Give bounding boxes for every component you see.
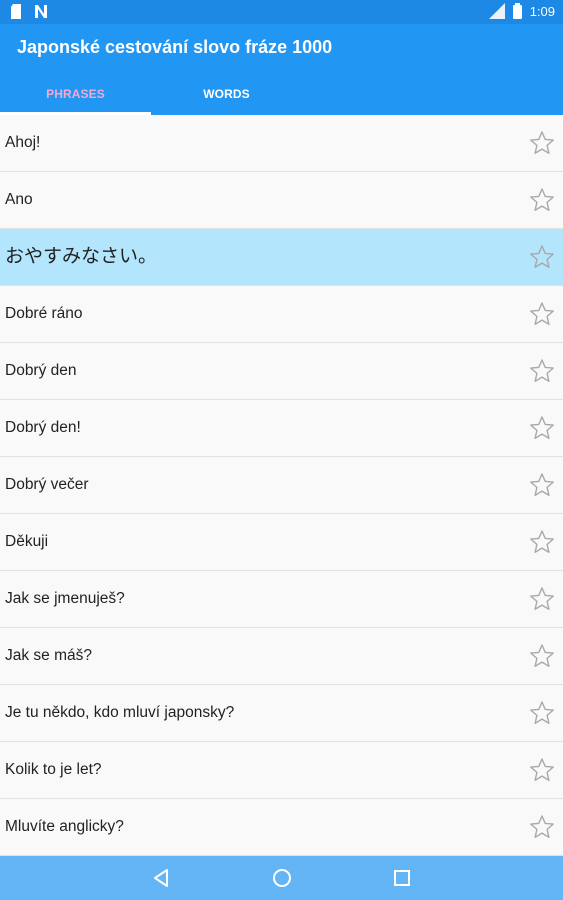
- phrase-text: Kolik to je let?: [5, 761, 102, 778]
- phrase-text: Dobré ráno: [5, 305, 83, 322]
- navigation-bar: [0, 856, 563, 900]
- favorite-star-icon[interactable]: [529, 187, 555, 213]
- battery-icon: [512, 3, 522, 19]
- phrase-text: Ahoj!: [5, 134, 41, 151]
- favorite-star-icon[interactable]: [529, 244, 555, 270]
- phrase-row[interactable]: Děkuji: [0, 514, 563, 571]
- phrase-text: Je tu někdo, kdo mluví japonsky?: [5, 704, 235, 721]
- phrase-row[interactable]: Dobrý den: [0, 343, 563, 400]
- phrase-text: Dobrý den: [5, 362, 77, 379]
- favorite-star-icon[interactable]: [529, 415, 555, 441]
- signal-icon: [488, 3, 505, 19]
- phrase-row[interactable]: Ahoj!: [0, 115, 563, 172]
- tab-phrases[interactable]: PHRASES: [0, 81, 151, 115]
- notification-n-icon: [35, 5, 47, 18]
- phrase-text: Dobrý den!: [5, 419, 81, 436]
- phrase-text: おやすみなさい。: [5, 246, 158, 267]
- favorite-star-icon[interactable]: [529, 700, 555, 726]
- phrase-row[interactable]: Mluvíte anglicky?: [0, 799, 563, 856]
- phrase-text: Ano: [5, 191, 33, 208]
- phrase-row[interactable]: Dobrý večer: [0, 457, 563, 514]
- favorite-star-icon[interactable]: [529, 301, 555, 327]
- phrase-row[interactable]: おやすみなさい。: [0, 229, 563, 286]
- phrase-text: Mluvíte anglicky?: [5, 818, 124, 835]
- app-title: Japonské cestování slovo fráze 1000: [17, 37, 333, 57]
- favorite-star-icon[interactable]: [529, 643, 555, 669]
- phrase-list[interactable]: Ahoj! Ano おやすみなさい。 Dobré ráno Dobrý den Dobrý…: [0, 115, 563, 856]
- home-icon[interactable]: [268, 864, 296, 892]
- phrase-row[interactable]: Kolik to je let?: [0, 742, 563, 799]
- favorite-star-icon[interactable]: [529, 757, 555, 783]
- phrase-text: Dobrý večer: [5, 476, 89, 493]
- phrase-text: Jak se jmenuješ?: [5, 590, 125, 607]
- phrase-row[interactable]: Ano: [0, 172, 563, 229]
- favorite-star-icon[interactable]: [529, 130, 555, 156]
- favorite-star-icon[interactable]: [529, 358, 555, 384]
- phrase-text: Děkuji: [5, 533, 49, 550]
- favorite-star-icon[interactable]: [529, 529, 555, 555]
- phrase-text: Jak se máš?: [5, 647, 93, 664]
- status-time: 1:09: [529, 3, 555, 19]
- status-bar: 1:09: [0, 0, 563, 24]
- favorite-star-icon[interactable]: [529, 586, 555, 612]
- sd-card-icon: [11, 4, 21, 19]
- recents-icon[interactable]: [388, 864, 416, 892]
- app-bar: Japonské cestování slovo fráze 1000 PHRA…: [0, 24, 563, 115]
- favorite-star-icon[interactable]: [529, 814, 555, 840]
- favorite-star-icon[interactable]: [529, 472, 555, 498]
- tab-words[interactable]: WORDS: [151, 81, 302, 115]
- phrase-row[interactable]: Dobré ráno: [0, 286, 563, 343]
- phrase-row[interactable]: Je tu někdo, kdo mluví japonsky?: [0, 685, 563, 742]
- phrase-row[interactable]: Jak se jmenuješ?: [0, 571, 563, 628]
- back-icon[interactable]: [147, 864, 175, 892]
- tab-bar: PHRASES WORDS: [0, 81, 563, 115]
- phrase-row[interactable]: Dobrý den!: [0, 400, 563, 457]
- phrase-row[interactable]: Jak se máš?: [0, 628, 563, 685]
